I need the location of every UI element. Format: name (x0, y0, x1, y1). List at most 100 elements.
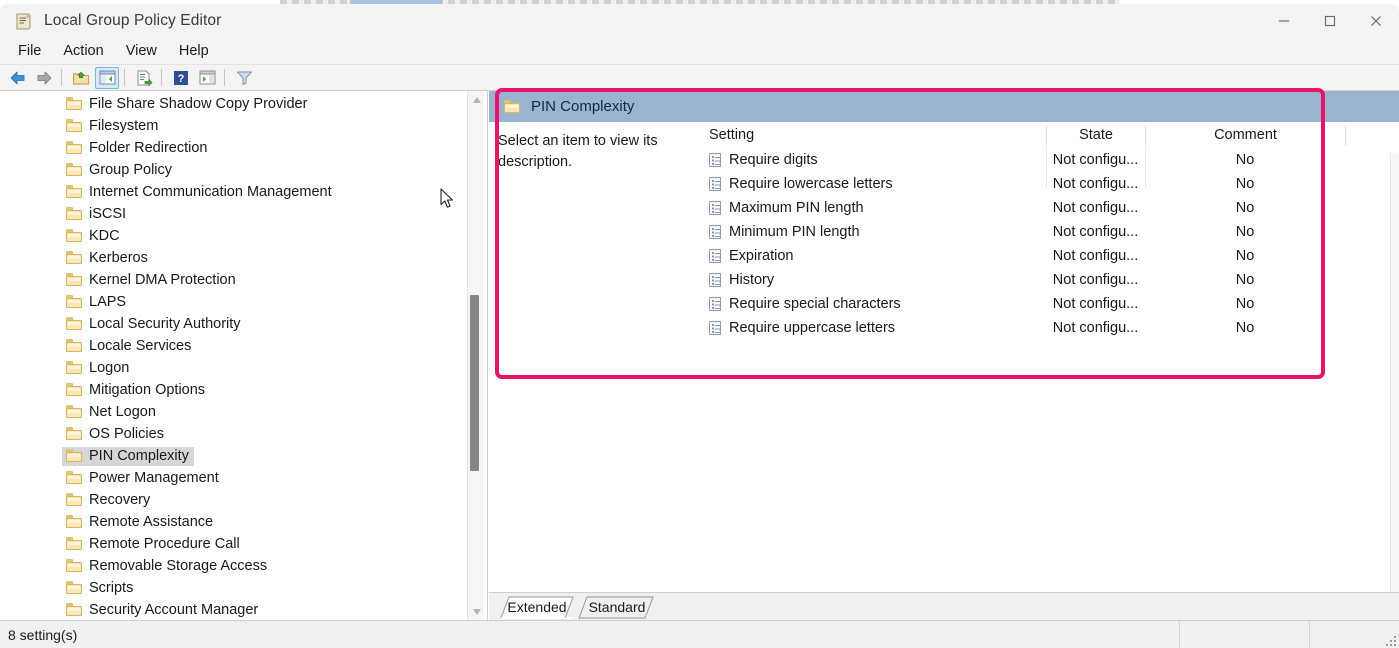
tree-item-content[interactable]: KDC (62, 227, 125, 246)
tree-item[interactable]: Security Account Manager (0, 599, 470, 620)
menu-action[interactable]: Action (53, 40, 113, 62)
tree-item-content[interactable]: iSCSI (62, 205, 131, 224)
tree-item[interactable]: Remote Procedure Call (0, 533, 470, 555)
tree-item-content[interactable]: Group Policy (62, 161, 177, 180)
maximize-button[interactable] (1307, 4, 1353, 38)
settings-row[interactable]: History Not configu... No (701, 268, 1399, 292)
scroll-up-arrow-icon[interactable] (468, 91, 485, 108)
menu-view[interactable]: View (116, 40, 167, 62)
tree-item[interactable]: Removable Storage Access (0, 555, 470, 577)
setting-name: History (729, 272, 775, 288)
state-cell: Not configu... (1052, 248, 1139, 264)
tree-item[interactable]: Local Security Authority (0, 313, 470, 335)
tree-item-content[interactable]: Net Logon (62, 403, 161, 422)
tree-item[interactable]: KDC (0, 225, 470, 247)
close-button[interactable] (1353, 4, 1399, 38)
tree-item[interactable]: ›Power Management (0, 467, 470, 489)
tree-item-content[interactable]: Locale Services (62, 337, 196, 356)
tree-item[interactable]: Folder Redirection (0, 137, 470, 159)
settings-row[interactable]: Require uppercase letters Not configu... N… (701, 316, 1399, 340)
tree-item-content[interactable]: Mitigation Options (62, 381, 210, 400)
resize-grip[interactable] (1384, 634, 1396, 646)
tree-item-content[interactable]: File Share Shadow Copy Provider (62, 95, 312, 114)
column-header-setting[interactable]: Setting (701, 127, 1046, 143)
folder-icon (66, 229, 82, 242)
tree-item[interactable]: ›iSCSI (0, 203, 470, 225)
tab-standard[interactable]: Standard (573, 596, 661, 619)
forward-icon[interactable] (32, 67, 56, 89)
tree-item[interactable]: ›Net Logon (0, 401, 470, 423)
policy-setting-icon (709, 225, 721, 239)
tree-item-content[interactable]: Internet Communication Management (62, 183, 337, 202)
tree-item-content[interactable]: Local Security Authority (62, 315, 246, 334)
details-pane-title: PIN Complexity (531, 98, 635, 115)
menu-file[interactable]: File (8, 40, 51, 62)
tree-item[interactable]: File Share Shadow Copy Provider (0, 93, 470, 115)
tree-item[interactable]: Kernel DMA Protection (0, 269, 470, 291)
export-list-icon[interactable] (132, 67, 156, 89)
filter-icon[interactable] (232, 67, 256, 89)
tree-item[interactable]: Group Policy (0, 159, 470, 181)
policy-tree: File Share Shadow Copy Provider ›Filesyst… (0, 93, 470, 620)
scroll-down-arrow-icon[interactable] (468, 603, 485, 620)
tree-item-content[interactable]: Kernel DMA Protection (62, 271, 241, 290)
back-icon[interactable] (6, 67, 30, 89)
setting-name: Require digits (729, 152, 818, 168)
show-hide-console-tree-icon[interactable] (95, 66, 119, 89)
tree-item-content[interactable]: Folder Redirection (62, 139, 212, 158)
show-hide-action-pane-icon[interactable] (195, 67, 219, 89)
tree-item-label: OS Policies (89, 425, 164, 442)
tree-item[interactable]: Logon (0, 357, 470, 379)
tree-item-content[interactable]: Remote Procedure Call (62, 535, 245, 554)
column-header-state[interactable]: State (1046, 125, 1145, 145)
settings-row[interactable]: Require digits Not configu... No (701, 148, 1399, 172)
tree-item[interactable]: Mitigation Options (0, 379, 470, 401)
tree-item-content[interactable]: Remote Assistance (62, 513, 218, 532)
folder-icon (66, 537, 82, 550)
tree-item-content[interactable]: Logon (62, 359, 134, 378)
tree-item[interactable]: OS Policies (0, 423, 470, 445)
tree-item-content[interactable]: OS Policies (62, 425, 169, 444)
tree-item-content[interactable]: Filesystem (62, 117, 163, 136)
minimize-button[interactable] (1261, 4, 1307, 38)
tree-item-content[interactable]: Security Account Manager (62, 601, 263, 620)
tree-item-content[interactable]: Removable Storage Access (62, 557, 272, 576)
settings-row[interactable]: Require lowercase letters Not configu... N… (701, 172, 1399, 196)
svg-text:?: ? (178, 73, 185, 85)
tree-item[interactable]: LAPS (0, 291, 470, 313)
settings-row[interactable]: Maximum PIN length Not configu... No (701, 196, 1399, 220)
tree-item-content[interactable]: PIN Complexity (62, 446, 194, 466)
tree-item[interactable]: Scripts (0, 577, 470, 599)
tree-item-content[interactable]: Power Management (62, 469, 224, 488)
menu-help[interactable]: Help (169, 40, 219, 62)
setting-cell: Maximum PIN length (701, 200, 1046, 216)
tree-item[interactable]: Remote Assistance (0, 511, 470, 533)
setting-cell: Minimum PIN length (701, 224, 1046, 240)
tree-item[interactable]: ›Internet Communication Management (0, 181, 470, 203)
details-list-scrollbar[interactable] (1390, 153, 1399, 623)
tree-item[interactable]: Kerberos (0, 247, 470, 269)
tree-scrollbar[interactable] (467, 91, 484, 620)
up-folder-icon[interactable] (69, 67, 93, 89)
tree-item-label: File Share Shadow Copy Provider (89, 95, 308, 112)
column-header-extra[interactable] (1345, 125, 1399, 145)
tree-item[interactable]: Locale Services (0, 335, 470, 357)
tree-scrollbar-thumb[interactable] (470, 295, 479, 471)
settings-row[interactable]: Require special characters Not configu...… (701, 292, 1399, 316)
tree-item[interactable]: Recovery (0, 489, 470, 511)
help-icon[interactable]: ? (169, 67, 193, 89)
tree-item-content[interactable]: Kerberos (62, 249, 153, 268)
tree-item-label: Net Logon (89, 403, 156, 420)
tab-extended[interactable]: Extended (495, 596, 579, 620)
settings-row[interactable]: Expiration Not configu... No (701, 244, 1399, 268)
tree-item-content[interactable]: Recovery (62, 491, 155, 510)
settings-row[interactable]: Minimum PIN length Not configu... No (701, 220, 1399, 244)
column-header-comment[interactable]: Comment (1145, 125, 1345, 145)
details-pane: PIN Complexity Select an item to view it… (489, 91, 1399, 623)
tree-item[interactable]: ›Filesystem (0, 115, 470, 137)
tree-item-content[interactable]: LAPS (62, 293, 131, 312)
tree-item-content[interactable]: Scripts (62, 579, 138, 598)
folder-icon (66, 603, 82, 616)
policy-setting-icon (709, 297, 721, 311)
tree-item[interactable]: PIN Complexity (0, 445, 470, 467)
